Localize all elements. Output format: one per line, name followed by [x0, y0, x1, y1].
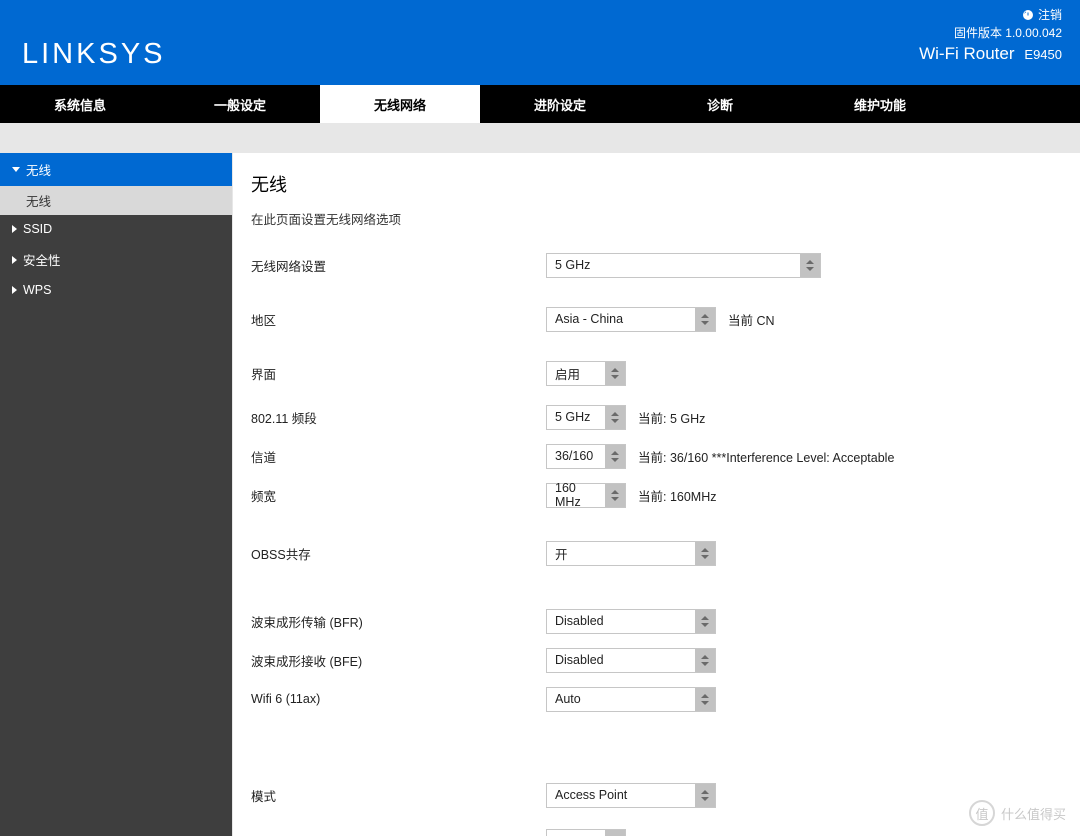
hint-channel: 当前: 36/160 ***Interference Level: Accept…: [638, 447, 894, 466]
sidebar-item-label: 无线: [26, 160, 51, 179]
sidebar-item-ssid[interactable]: SSID: [0, 215, 232, 243]
label-network-setting: 无线网络设置: [251, 256, 546, 275]
select-channel[interactable]: 36/160: [546, 444, 626, 469]
spinner-icon: [695, 784, 715, 807]
label-obss: OBSS共存: [251, 544, 546, 563]
hint-region: 当前 CN: [728, 310, 775, 329]
label-region: 地区: [251, 310, 546, 329]
sidebar-item-wps[interactable]: WPS: [0, 276, 232, 304]
hint-bandwidth: 当前: 160MHz: [638, 486, 717, 505]
chevron-right-icon: [12, 225, 17, 233]
select-region[interactable]: Asia - China: [546, 307, 716, 332]
header-top-right: 注销 固件版本 1.0.00.042 Wi-Fi Router E9450: [919, 6, 1062, 64]
spinner-icon: [695, 649, 715, 672]
tab-system-info[interactable]: 系统信息: [0, 85, 160, 123]
logout-link[interactable]: 注销: [919, 6, 1062, 24]
row-band: 802.11 频段 5 GHz 当前: 5 GHz: [251, 404, 1062, 430]
firmware-version: 固件版本 1.0.00.042: [919, 24, 1062, 42]
spinner-icon: [695, 542, 715, 565]
spinner-icon: [605, 445, 625, 468]
watermark-badge: 值: [969, 800, 995, 826]
logout-icon: [1022, 9, 1034, 21]
spinner-icon: [605, 406, 625, 429]
label-bridge: Bridge限制: [251, 832, 546, 836]
spinner-icon: [695, 688, 715, 711]
sidebar-item-label: 安全性: [23, 250, 61, 269]
sidebar-item-label: WPS: [23, 283, 51, 297]
tab-diagnostics[interactable]: 诊断: [640, 85, 800, 123]
logout-label: 注销: [1038, 6, 1062, 24]
row-wifi6: Wifi 6 (11ax) Auto: [251, 686, 1062, 712]
select-obss[interactable]: 开: [546, 541, 716, 566]
label-bfr: 波束成形传输 (BFR): [251, 612, 546, 631]
spinner-icon: [800, 254, 820, 277]
tab-maintenance[interactable]: 维护功能: [800, 85, 960, 123]
chevron-right-icon: [12, 256, 17, 264]
main: 无线 无线 SSID 安全性 WPS 无线 在此页面设置无线网络选项 无线网络设…: [0, 123, 1080, 836]
label-wifi6: Wifi 6 (11ax): [251, 692, 546, 706]
select-interface[interactable]: 启用: [546, 361, 626, 386]
chevron-down-icon: [12, 167, 20, 172]
spinner-icon: [605, 830, 625, 836]
tab-general[interactable]: 一般设定: [160, 85, 320, 123]
hint-band: 当前: 5 GHz: [638, 408, 705, 427]
select-bfr[interactable]: Disabled: [546, 609, 716, 634]
select-band[interactable]: 5 GHz: [546, 405, 626, 430]
row-bfr: 波束成形传输 (BFR) Disabled: [251, 608, 1062, 634]
select-mode[interactable]: Access Point: [546, 783, 716, 808]
row-bandwidth: 频宽 160 MHz 当前: 160MHz: [251, 482, 1062, 508]
row-region: 地区 Asia - China 当前 CN: [251, 306, 1062, 332]
row-obss: OBSS共存 开: [251, 540, 1062, 566]
spinner-icon: [695, 308, 715, 331]
top-nav: 系统信息 一般设定 无线网络 进阶设定 诊断 维护功能: [0, 85, 1080, 123]
chevron-right-icon: [12, 286, 17, 294]
select-bridge[interactable]: 启用: [546, 829, 626, 836]
row-channel: 信道 36/160 当前: 36/160 ***Interference Lev…: [251, 443, 1062, 469]
sidebar-item-label: SSID: [23, 222, 52, 236]
select-bfe[interactable]: Disabled: [546, 648, 716, 673]
tab-wireless[interactable]: 无线网络: [320, 85, 480, 123]
select-network-setting[interactable]: 5 GHz: [546, 253, 821, 278]
row-bridge: Bridge限制 启用: [251, 828, 1062, 836]
row-interface: 界面 启用: [251, 360, 1062, 386]
row-network-setting: 无线网络设置 5 GHz: [251, 252, 1062, 278]
row-mode: 模式 Access Point: [251, 782, 1062, 808]
sidebar-item-security[interactable]: 安全性: [0, 243, 232, 276]
spinner-icon: [605, 484, 625, 507]
router-model: E9450: [1024, 47, 1062, 62]
sidebar-sub-wireless[interactable]: 无线: [0, 186, 232, 215]
header: 注销 固件版本 1.0.00.042 Wi-Fi Router E9450 LI…: [0, 0, 1080, 85]
select-wifi6[interactable]: Auto: [546, 687, 716, 712]
select-bandwidth[interactable]: 160 MHz: [546, 483, 626, 508]
brand-logo: LINKSYS: [22, 38, 166, 71]
row-bfe: 波束成形接收 (BFE) Disabled: [251, 647, 1062, 673]
spinner-icon: [695, 610, 715, 633]
router-info: Wi-Fi Router E9450: [919, 45, 1062, 64]
label-channel: 信道: [251, 447, 546, 466]
watermark-text: 什么值得买: [1001, 804, 1066, 823]
label-bfe: 波束成形接收 (BFE): [251, 651, 546, 670]
router-name: Wi-Fi Router: [919, 44, 1014, 63]
tab-advanced[interactable]: 进阶设定: [480, 85, 640, 123]
watermark: 值 什么值得买: [969, 800, 1066, 826]
spinner-icon: [605, 362, 625, 385]
label-mode: 模式: [251, 786, 546, 805]
sidebar-item-wireless[interactable]: 无线: [0, 153, 232, 186]
page-description: 在此页面设置无线网络选项: [251, 209, 1062, 228]
content-panel: 无线 在此页面设置无线网络选项 无线网络设置 5 GHz 地区 Asia - C…: [233, 153, 1080, 836]
page-title: 无线: [251, 171, 1062, 197]
label-interface: 界面: [251, 364, 546, 383]
label-bandwidth: 频宽: [251, 486, 546, 505]
label-band: 802.11 频段: [251, 408, 546, 427]
sidebar: 无线 无线 SSID 安全性 WPS: [0, 153, 232, 836]
